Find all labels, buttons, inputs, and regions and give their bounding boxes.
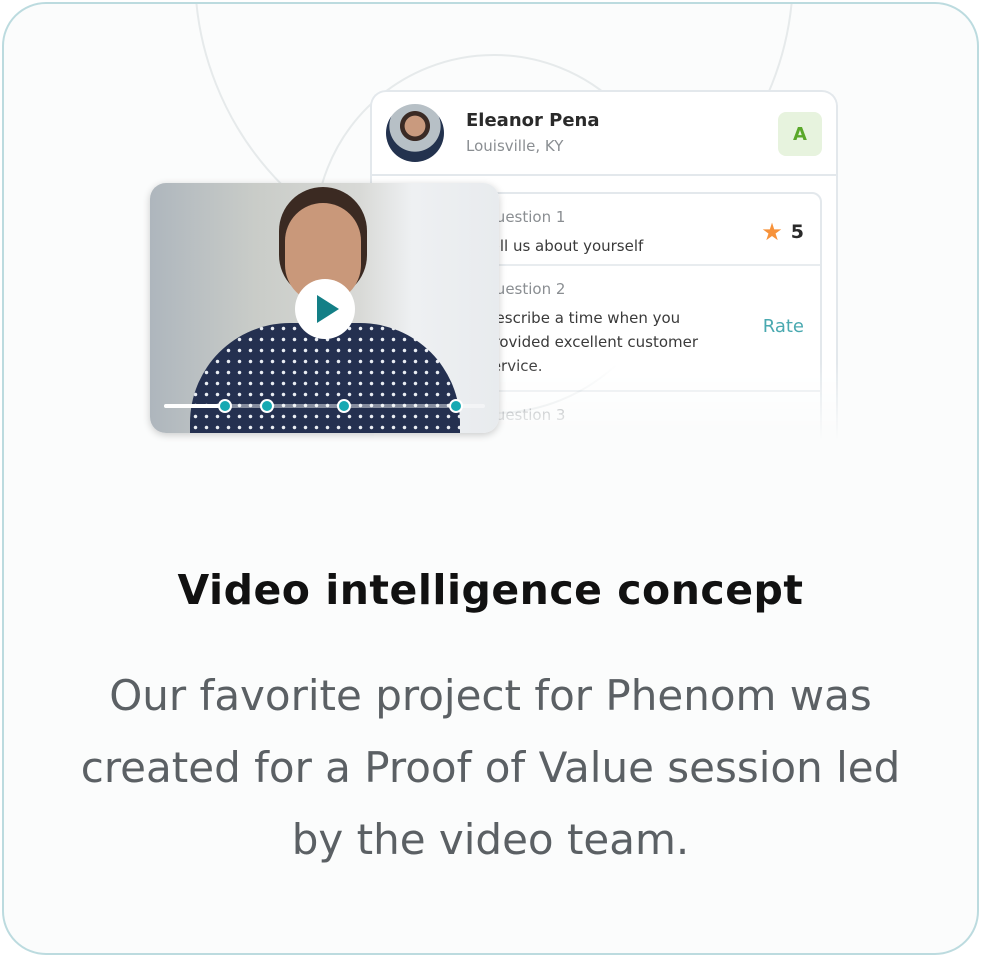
question-text: Tell us about yourself [484, 237, 644, 255]
avatar [386, 104, 444, 162]
rate-button[interactable]: Rate [763, 316, 804, 337]
candidate-location: Louisville, KY [466, 137, 564, 155]
question-label: Question 3 [484, 406, 566, 424]
video-marker[interactable] [259, 399, 274, 413]
question-score: ★ 5 [761, 218, 804, 246]
question-label: Question 2 [484, 280, 566, 298]
video-player[interactable] [150, 183, 499, 433]
star-icon: ★ [761, 218, 783, 246]
video-marker[interactable] [217, 399, 232, 413]
video-progress-fill [164, 404, 225, 408]
play-icon [317, 295, 339, 323]
play-button[interactable] [295, 279, 355, 339]
video-marker[interactable] [336, 399, 351, 413]
video-marker[interactable] [449, 399, 464, 413]
grade-badge: A [778, 112, 822, 156]
candidate-name: Eleanor Pena [466, 110, 600, 131]
candidate-header: Eleanor Pena Louisville, KY A [372, 92, 836, 176]
project-card[interactable]: Eleanor Pena Louisville, KY A Question 1… [2, 2, 979, 955]
question-text: Describe a time when you provided excell… [484, 309, 699, 375]
card-title: Video intelligence concept [177, 566, 804, 614]
video-thumbnail [190, 323, 460, 433]
card-description: Our favorite project for Phenom was crea… [80, 671, 901, 864]
score-value: 5 [790, 221, 804, 243]
video-progress-bar[interactable] [164, 399, 485, 413]
